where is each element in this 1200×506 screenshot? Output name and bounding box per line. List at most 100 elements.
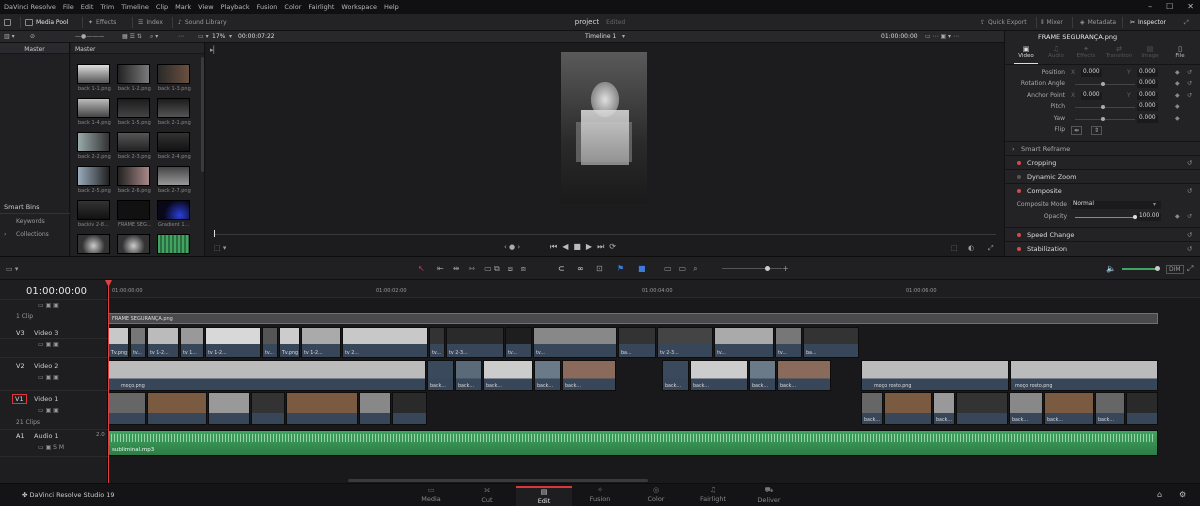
video-clip[interactable] bbox=[251, 392, 285, 425]
panel-toggle-icon[interactable]: ▸▏ bbox=[210, 46, 219, 54]
video-clip[interactable]: ba... bbox=[618, 327, 656, 358]
video-clip[interactable]: tv 1-2... bbox=[147, 327, 179, 358]
clip-thumbnail[interactable] bbox=[117, 132, 150, 152]
reset-icon[interactable]: ↺ bbox=[1187, 231, 1192, 239]
video-clip[interactable] bbox=[208, 392, 250, 425]
expand-icon[interactable]: ⤢ bbox=[1184, 17, 1189, 28]
tab-image[interactable]: ▤ Image bbox=[1138, 45, 1162, 59]
menu-fairlight[interactable]: Fairlight bbox=[308, 3, 334, 11]
playhead[interactable] bbox=[108, 280, 109, 483]
video-clip[interactable]: tv... bbox=[429, 327, 445, 358]
clip-thumbnail[interactable] bbox=[117, 234, 150, 254]
video-clip[interactable]: tv... bbox=[505, 327, 532, 358]
position-y-field[interactable]: 0.000 bbox=[1137, 69, 1158, 77]
thumb-size-slider[interactable]: —●——— bbox=[75, 33, 104, 40]
tab-transition[interactable]: ⇄ Transition bbox=[1104, 45, 1134, 59]
scrubber-handle[interactable] bbox=[214, 230, 215, 237]
clip-thumbnail[interactable] bbox=[157, 166, 190, 186]
video-clip[interactable] bbox=[147, 392, 207, 425]
clip-thumbnail[interactable] bbox=[157, 64, 190, 84]
opacity-slider[interactable] bbox=[1075, 217, 1135, 218]
view-options-icon[interactable]: ▭ ⋯ ▣ ▾ ⋯ bbox=[925, 33, 959, 40]
menu-color[interactable]: Color bbox=[284, 3, 301, 11]
keyframe-icon[interactable]: ◆ bbox=[1175, 213, 1180, 220]
page-fairlight[interactable]: ♫ Fairlight bbox=[685, 486, 741, 506]
pitch-slider-handle[interactable] bbox=[1101, 105, 1105, 109]
list-view-icon[interactable]: ▥ ▾ bbox=[4, 33, 15, 40]
viewer-layout-icon[interactable]: ▭ ▾ bbox=[198, 33, 209, 40]
reset-icon[interactable]: ↺ bbox=[1187, 159, 1192, 167]
video-clip[interactable] bbox=[884, 392, 932, 425]
track-name[interactable]: Video 1 bbox=[34, 395, 58, 403]
video-clip[interactable]: tv... bbox=[262, 327, 278, 358]
enable-dot-icon[interactable] bbox=[1017, 189, 1021, 193]
tab-effects[interactable]: ✦ Effects bbox=[1074, 45, 1098, 59]
anchor-y-field[interactable]: 0.000 bbox=[1137, 92, 1158, 100]
inspector-button[interactable]: ✂ Inspector bbox=[1130, 17, 1166, 28]
zoom-tools[interactable]: ▭▭⌕ bbox=[664, 264, 705, 274]
menu-file[interactable]: File bbox=[63, 3, 74, 11]
selection-tool-icon[interactable]: ↖ bbox=[418, 264, 425, 273]
menu-clip[interactable]: Clip bbox=[156, 3, 168, 11]
keyframe-icon[interactable]: ◆ bbox=[1175, 103, 1180, 110]
menu-trim[interactable]: Trim bbox=[100, 3, 114, 11]
enable-dot-icon[interactable] bbox=[1017, 247, 1021, 251]
link-icon[interactable]: ∞ bbox=[577, 264, 584, 273]
reset-icon[interactable]: ↺ bbox=[1187, 245, 1192, 253]
audio-clip[interactable]: subliminal.mp3 bbox=[108, 430, 1158, 456]
marker-icon[interactable]: ■ bbox=[638, 264, 646, 273]
video-clip[interactable] bbox=[392, 392, 427, 425]
dynamic-zoom-section[interactable]: Dynamic Zoom bbox=[1005, 169, 1200, 182]
audio-clip-thumbnail[interactable] bbox=[157, 234, 190, 254]
mixer-button[interactable]: ⫴ Mixer bbox=[1041, 17, 1063, 28]
reset-icon[interactable]: ↺ bbox=[1187, 213, 1192, 220]
keyframe-icon[interactable]: ◆ bbox=[1175, 115, 1180, 122]
clip-thumbnail[interactable] bbox=[157, 132, 190, 152]
lock-icon[interactable]: ⊡ bbox=[596, 264, 603, 273]
flip-vertical-icon[interactable]: ⇕ bbox=[1091, 126, 1103, 135]
timeline-dropdown-icon[interactable]: ▾ bbox=[622, 33, 625, 40]
clip-thumbnail[interactable] bbox=[77, 132, 110, 152]
clip-thumbnail[interactable] bbox=[77, 200, 110, 220]
snapping-icon[interactable]: ⊂ bbox=[558, 264, 565, 273]
video-clip[interactable]: tv 1... bbox=[180, 327, 204, 358]
video-clip[interactable] bbox=[359, 392, 391, 425]
cropping-section[interactable]: Cropping ↺ bbox=[1005, 155, 1200, 168]
tab-audio[interactable]: ♫ Audio bbox=[1044, 45, 1068, 59]
insert-tools[interactable]: ⧉⧈⧇ bbox=[494, 264, 534, 274]
menu-playback[interactable]: Playback bbox=[221, 3, 250, 11]
opacity-field[interactable]: 100.00 bbox=[1137, 213, 1162, 221]
audio-meter-icon[interactable]: ◐ bbox=[968, 244, 974, 252]
jog-control[interactable]: ‹ ● › bbox=[504, 243, 520, 251]
composite-mode-select[interactable]: Normal bbox=[1071, 201, 1161, 209]
rotation-field[interactable]: 0.000 bbox=[1137, 80, 1158, 88]
keyframe-icon[interactable]: ◆ bbox=[1175, 80, 1180, 87]
anchor-x-field[interactable]: 0.000 bbox=[1081, 92, 1102, 100]
edit-tools[interactable]: ⇤⇹⇿▭ bbox=[437, 264, 501, 273]
clip-thumbnail[interactable] bbox=[117, 98, 150, 118]
video-clip[interactable]: tv 2-3... bbox=[657, 327, 713, 358]
menu-fusion[interactable]: Fusion bbox=[257, 3, 278, 11]
keyframe-icon[interactable]: ◆ bbox=[1175, 69, 1180, 76]
volume-handle[interactable] bbox=[1155, 266, 1160, 271]
metadata-button[interactable]: ◈ Metadata bbox=[1080, 17, 1116, 28]
zoom-dropdown-icon[interactable]: ▾ bbox=[229, 33, 232, 40]
dim-button[interactable]: DIM bbox=[1166, 265, 1184, 274]
expand-timeline-icon[interactable]: ⤢ bbox=[1187, 264, 1193, 274]
menu-timeline[interactable]: Timeline bbox=[121, 3, 149, 11]
bin-master[interactable]: Master bbox=[0, 43, 69, 54]
pitch-slider[interactable] bbox=[1075, 107, 1135, 108]
menu-mark[interactable]: Mark bbox=[175, 3, 191, 11]
settings-gear-icon[interactable]: ⚙ bbox=[1179, 490, 1186, 499]
grid-view-icon[interactable]: ▦ ☰ ⇅ bbox=[122, 33, 142, 40]
enable-dot-icon[interactable] bbox=[1017, 233, 1021, 237]
video-clip[interactable]: back... bbox=[777, 360, 831, 391]
clip-thumbnail[interactable] bbox=[77, 64, 110, 84]
rotation-slider[interactable] bbox=[1075, 84, 1135, 85]
options-icon[interactable]: ⋯ bbox=[178, 33, 184, 40]
timeline-zoom-slider[interactable] bbox=[722, 268, 782, 269]
video-clip[interactable]: tv... bbox=[533, 327, 617, 358]
scrubber-bar[interactable] bbox=[214, 234, 996, 235]
reset-icon[interactable]: ↺ bbox=[1187, 80, 1192, 87]
clip-thumbnail[interactable] bbox=[77, 166, 110, 186]
